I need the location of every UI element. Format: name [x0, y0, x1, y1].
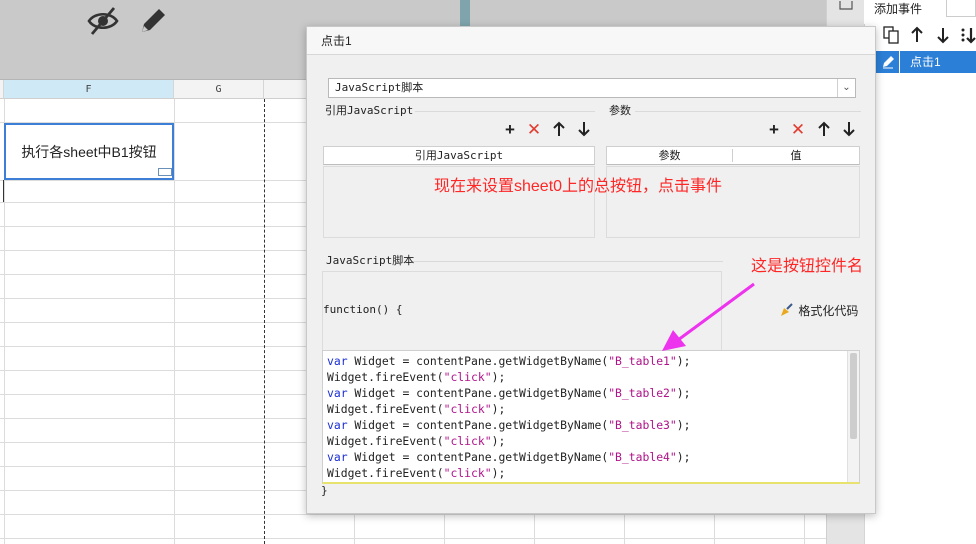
code-string: "click": [443, 434, 492, 448]
format-code-label: 格式化代码: [798, 304, 859, 318]
code-line: var Widget = contentPane.getWidgetByName…: [327, 449, 690, 465]
annotation-arrow-icon: [662, 282, 755, 351]
code-text: Widget.fireEvent(: [327, 434, 444, 448]
copy-icon[interactable]: [882, 26, 900, 46]
arrow-up-icon[interactable]: [908, 26, 926, 46]
code-line: var Widget = contentPane.getWidgetByName…: [327, 353, 690, 369]
code-line: Widget.fireEvent("click");: [327, 401, 690, 417]
column-header-g[interactable]: G: [174, 80, 264, 99]
code-line: var Widget = contentPane.getWidgetByName…: [327, 385, 690, 401]
code-line: Widget.fireEvent("click");: [327, 433, 690, 449]
code-line: Widget.fireEvent("click");: [327, 465, 690, 481]
value-column-header: 值: [790, 149, 802, 162]
code-string: "B_table3": [608, 418, 677, 432]
params-table-header: 参数 值: [606, 146, 860, 165]
broom-icon: [779, 303, 795, 319]
code-string: "click": [443, 402, 492, 416]
function-close: }: [321, 484, 328, 497]
add-param-button[interactable]: +: [765, 121, 783, 139]
code-text: );: [491, 370, 506, 384]
code-string: "B_table4": [608, 450, 677, 464]
code-text: Widget = contentPane.getWidgetByName(: [347, 418, 609, 432]
move-up-param-button[interactable]: [815, 121, 833, 139]
code-text: );: [491, 402, 506, 416]
code-text: Widget = contentPane.getWidgetByName(: [347, 354, 609, 368]
code-line: var Widget = contentPane.getWidgetByName…: [327, 417, 690, 433]
code-string: "B_table1": [608, 354, 677, 368]
code-editor[interactable]: var Widget = contentPane.getWidgetByName…: [322, 350, 860, 484]
event-panel: [864, 0, 976, 544]
column-header-f[interactable]: F: [4, 80, 174, 99]
code-keyword: var: [327, 482, 348, 484]
code-keyword: var: [327, 386, 348, 400]
eye-slash-icon[interactable]: [86, 4, 120, 38]
code-text: Widget = contentPane.getWidgetByName(: [348, 482, 609, 484]
page-break-line: [264, 99, 265, 544]
code-text: Widget.fireEvent(: [327, 402, 444, 416]
params-label: 参数: [609, 104, 631, 117]
code-string: "click": [443, 370, 492, 384]
format-code-button[interactable]: 格式化代码: [779, 303, 858, 319]
pencil-icon: [876, 51, 900, 73]
frame-icon[interactable]: [837, 0, 855, 10]
code-text: );: [491, 466, 506, 480]
code-string: "B_table2": [608, 386, 677, 400]
ref-js-table-header: 引用JavaScript: [323, 146, 595, 165]
move-down-param-button[interactable]: [840, 121, 858, 139]
move-down-ref-button[interactable]: [575, 121, 593, 139]
event-list-item-label: 点击1: [910, 55, 941, 69]
code-scrollbar-thumb[interactable]: [850, 353, 857, 439]
code-line: Widget.fireEvent("click");: [327, 369, 690, 385]
code-line: var Widget = contentPane.getWidgetByName…: [327, 481, 691, 484]
sort-icon[interactable]: [960, 26, 976, 46]
dialog-titlebar[interactable]: 点击1: [307, 27, 875, 55]
code-text: Widget.fireEvent(: [327, 466, 444, 480]
chevron-down-icon[interactable]: ⌄: [837, 79, 855, 97]
code-keyword: var: [327, 450, 348, 464]
delete-param-button[interactable]: ✕: [789, 121, 807, 139]
code-text: );: [676, 386, 691, 400]
code-text: Widget = contentPane.getWidgetByName(: [347, 386, 609, 400]
code-text: );: [491, 434, 506, 448]
row-marker: [0, 180, 4, 202]
annotation-name-note: 这是按钮控件名: [751, 258, 864, 275]
event-panel-header: 添加事件: [864, 0, 976, 24]
add-ref-button[interactable]: +: [501, 121, 519, 139]
event-panel-title: 添加事件: [874, 2, 923, 16]
ref-js-column-header: 引用JavaScript: [414, 149, 504, 162]
annotation-main-note: 现在来设置sheet0上的总按钮，点击事件: [434, 178, 723, 195]
move-up-ref-button[interactable]: [550, 121, 568, 139]
code-lines: var Widget = contentPane.getWidgetByName…: [327, 353, 691, 484]
param-column-header: 参数: [658, 149, 681, 162]
event-list-item-selected[interactable]: 点击1: [876, 51, 976, 73]
function-open: function() {: [323, 303, 403, 316]
code-text: );: [676, 418, 691, 432]
code-text: Widget = contentPane.getWidgetByName(: [347, 450, 609, 464]
code-keyword: var: [327, 354, 348, 368]
arrow-down-icon[interactable]: [934, 26, 952, 46]
event-type-select[interactable]: JavaScript脚本 ⌄: [328, 78, 856, 98]
button-cell[interactable]: 执行各sheet中B1按钮: [4, 123, 174, 180]
code-text: Widget.fireEvent(: [327, 370, 444, 384]
code-text: );: [676, 354, 691, 368]
event-type-value: JavaScript脚本: [335, 81, 424, 94]
cell-resize-handle[interactable]: [158, 168, 172, 176]
code-keyword: var: [327, 418, 348, 432]
code-scrollbar[interactable]: [847, 351, 859, 482]
script-label: JavaScript脚本: [326, 254, 415, 267]
code-text: );: [677, 482, 691, 484]
pencil-icon[interactable]: [136, 4, 170, 38]
code-text: );: [676, 450, 691, 464]
dialog-title: 点击1: [321, 34, 352, 48]
ref-js-label: 引用JavaScript: [325, 104, 414, 117]
code-string: "B_table5": [608, 482, 677, 484]
event-panel-search[interactable]: [946, 0, 976, 17]
code-string: "click": [443, 466, 492, 480]
delete-ref-button[interactable]: ✕: [525, 121, 543, 139]
